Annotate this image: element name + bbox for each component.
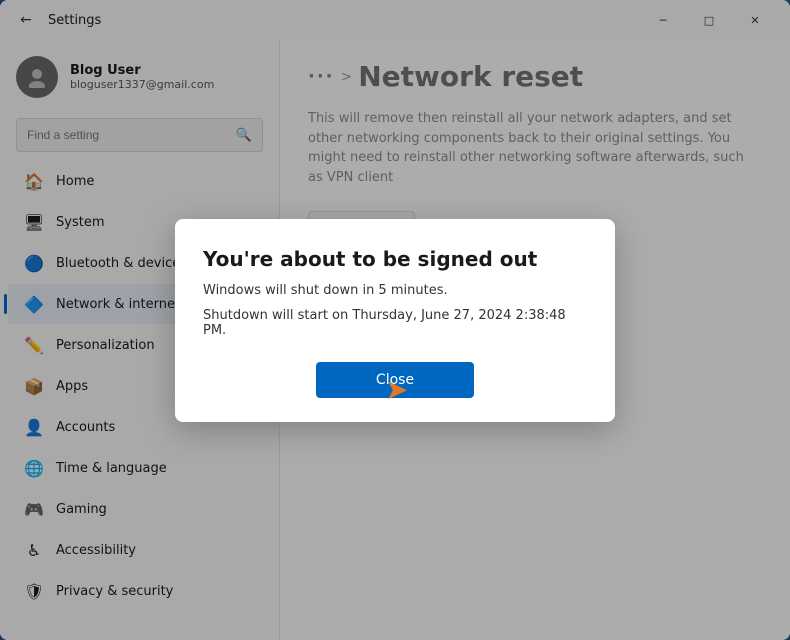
dialog-title: You're about to be signed out [203,247,587,271]
dialog-message-2: Shutdown will start on Thursday, June 27… [203,308,587,338]
dialog-footer: Close ➤ [203,362,587,398]
modal-overlay: You're about to be signed out Windows wi… [0,0,790,640]
dialog-close-button[interactable]: Close [316,362,474,398]
dialog-message-1: Windows will shut down in 5 minutes. [203,283,587,298]
dialog: You're about to be signed out Windows wi… [175,219,615,422]
settings-window: ← Settings ─ □ ✕ [0,0,790,640]
